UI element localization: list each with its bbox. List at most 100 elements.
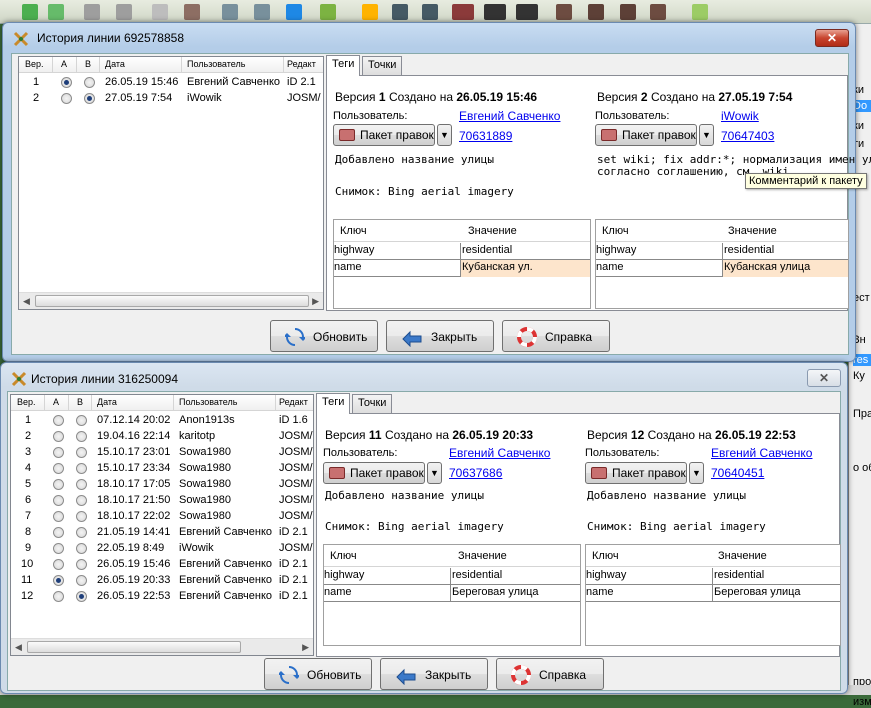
radio-a[interactable] [61, 77, 72, 88]
table-row[interactable]: 8 21.05.19 14:41 Евгений Савченко iD 2.1 [11, 525, 313, 541]
col-editor[interactable]: Редакт [279, 397, 308, 407]
changeset-dropdown-icon[interactable]: ▼ [689, 462, 704, 484]
close-button[interactable]: Закрыть [380, 658, 488, 690]
col-date[interactable]: Дата [97, 397, 117, 407]
col-version[interactable]: Вер. [25, 59, 44, 69]
window-close-button[interactable]: ✕ [815, 29, 849, 47]
changeset-link[interactable]: 70647403 [721, 129, 774, 143]
tag-row[interactable]: highway residential [324, 568, 580, 585]
close-button[interactable]: Закрыть [386, 320, 494, 352]
radio-b[interactable] [76, 575, 87, 586]
radio-a[interactable] [53, 415, 64, 426]
help-button[interactable]: Справка [496, 658, 604, 690]
scroll-left-icon[interactable]: ◀ [23, 296, 30, 307]
radio-b[interactable] [84, 93, 95, 104]
preset-icon[interactable] [362, 4, 378, 20]
radio-a[interactable] [53, 543, 64, 554]
table-row[interactable]: 1 26.05.19 15:46 Евгений Савченко iD 2.1 [19, 75, 323, 91]
table-row[interactable]: 2 27.05.19 7:54 iWowik JOSM/ [19, 91, 323, 107]
radio-b[interactable] [76, 415, 87, 426]
radio-b[interactable] [76, 511, 87, 522]
radio-a[interactable] [53, 591, 64, 602]
preset-icon[interactable] [392, 4, 408, 20]
table-row[interactable]: 3 15.10.17 23:01 Sowa1980 JOSM/ [11, 445, 313, 461]
radio-b[interactable] [76, 543, 87, 554]
map-icon[interactable] [320, 4, 336, 20]
scroll-left-icon[interactable]: ◀ [15, 642, 22, 653]
tag-row[interactable]: highway residential [596, 243, 848, 260]
radio-a[interactable] [53, 527, 64, 538]
col-date[interactable]: Дата [105, 59, 125, 69]
tool-icon[interactable] [222, 4, 238, 20]
preset-icon[interactable] [452, 4, 474, 20]
plugin-icon[interactable] [692, 4, 708, 20]
scroll-thumb[interactable] [35, 295, 309, 307]
changeset-button[interactable]: Пакет правок [585, 462, 687, 484]
upload-icon[interactable] [48, 4, 64, 20]
radio-a[interactable] [53, 479, 64, 490]
radio-a[interactable] [53, 559, 64, 570]
tag-row[interactable]: highway residential [334, 243, 590, 260]
radio-b[interactable] [76, 479, 87, 490]
car-icon[interactable] [484, 4, 506, 20]
table-row[interactable]: 1 07.12.14 20:02 Anon1913s iD 1.6 [11, 413, 313, 429]
preset-icon[interactable] [650, 4, 666, 20]
building-icon[interactable] [556, 4, 572, 20]
tab-tags[interactable]: Теги [316, 393, 351, 414]
car-icon[interactable] [516, 4, 538, 20]
table-row[interactable]: 2 19.04.16 22:14 karitotp JOSM/ [11, 429, 313, 445]
table-row[interactable]: 12 26.05.19 22:53 Евгений Савченко iD 2.1 [11, 589, 313, 605]
changeset-button[interactable]: Пакет правок [333, 124, 435, 146]
table-row[interactable]: 10 26.05.19 15:46 Евгений Савченко iD 2.1 [11, 557, 313, 573]
tag-row[interactable]: name Береговая улица [586, 585, 840, 602]
changeset-button[interactable]: Пакет правок [595, 124, 697, 146]
user-link[interactable]: Евгений Савченко [711, 446, 812, 460]
table-row[interactable]: 11 26.05.19 20:33 Евгений Савченко iD 2.1 [11, 573, 313, 589]
refresh-button[interactable]: Обновить [264, 658, 372, 690]
radio-a[interactable] [53, 575, 64, 586]
refresh-button[interactable]: Обновить [270, 320, 378, 352]
tag-row[interactable]: name Береговая улица [324, 585, 580, 602]
radio-b[interactable] [76, 463, 87, 474]
radio-b[interactable] [76, 431, 87, 442]
radio-a[interactable] [53, 495, 64, 506]
refresh-icon[interactable] [286, 4, 302, 20]
changeset-link[interactable]: 70631889 [459, 129, 512, 143]
radio-a[interactable] [53, 511, 64, 522]
radio-a[interactable] [53, 463, 64, 474]
user-link[interactable]: Евгений Савченко [459, 109, 560, 123]
col-user[interactable]: Пользователь [179, 397, 237, 407]
redo-icon[interactable] [116, 4, 132, 20]
undo-icon[interactable] [84, 4, 100, 20]
scroll-thumb[interactable] [27, 641, 241, 653]
window-close-button[interactable]: ✕ [807, 369, 841, 387]
col-user[interactable]: Пользователь [187, 59, 245, 69]
version-list[interactable]: Вер. A B Дата Пользователь Редакт 1 07.12… [10, 394, 314, 656]
help-button[interactable]: Справка [502, 320, 610, 352]
download-icon[interactable] [22, 4, 38, 20]
col-a[interactable]: A [61, 59, 67, 69]
radio-a[interactable] [61, 93, 72, 104]
changeset-link[interactable]: 70640451 [711, 466, 764, 480]
changeset-link[interactable]: 70637686 [449, 466, 502, 480]
table-row[interactable]: 7 18.10.17 22:02 Sowa1980 JOSM/ [11, 509, 313, 525]
radio-a[interactable] [53, 431, 64, 442]
tab-tags[interactable]: Теги [326, 55, 361, 76]
version-list[interactable]: Вер. A B Дата Пользователь Редакт 1 26.0… [18, 56, 324, 310]
table-row[interactable]: 5 18.10.17 17:05 Sowa1980 JOSM/ [11, 477, 313, 493]
horizontal-scrollbar[interactable]: ◀ ▶ [19, 292, 323, 309]
preset-icon[interactable] [422, 4, 438, 20]
table-row[interactable]: 4 15.10.17 23:34 Sowa1980 JOSM/ [11, 461, 313, 477]
tab-nodes[interactable]: Точки [352, 394, 393, 414]
tab-nodes[interactable]: Точки [362, 56, 403, 76]
user-link[interactable]: Евгений Савченко [449, 446, 550, 460]
table-row[interactable]: 6 18.10.17 21:50 Sowa1980 JOSM/ [11, 493, 313, 509]
changeset-dropdown-icon[interactable]: ▼ [699, 124, 714, 146]
tag-row[interactable]: name Кубанская ул. [334, 260, 590, 277]
col-editor[interactable]: Редакт [287, 59, 316, 69]
table-row[interactable]: 9 22.05.19 8:49 iWowik JOSM/ [11, 541, 313, 557]
scroll-right-icon[interactable]: ▶ [312, 296, 319, 307]
radio-b[interactable] [76, 447, 87, 458]
changeset-button[interactable]: Пакет правок [323, 462, 425, 484]
scroll-right-icon[interactable]: ▶ [302, 642, 309, 653]
